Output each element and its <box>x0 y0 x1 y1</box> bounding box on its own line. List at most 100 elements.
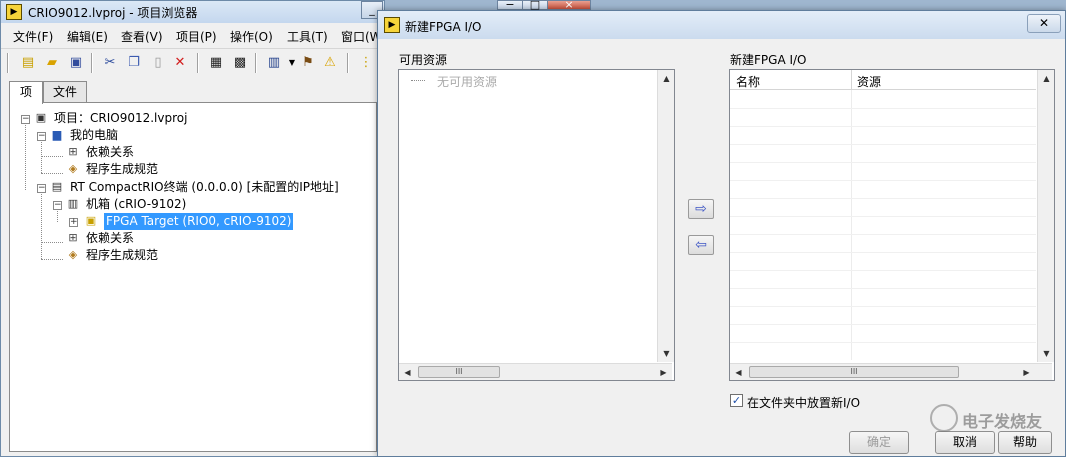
dependencies-icon: ⊞ <box>68 231 78 244</box>
table-row <box>730 234 1036 235</box>
collapse-toggle[interactable]: − <box>21 115 30 124</box>
table-row <box>730 108 1036 109</box>
column-header-name[interactable]: 名称 <box>736 73 760 90</box>
table-row <box>730 342 1036 343</box>
project-tree: − ▣ 项目：CRIO9012.lvproj − ▆ 我的电脑 ⊞ 依赖关系 ◈… <box>9 102 377 452</box>
menu-edit[interactable]: 编辑(E) <box>67 28 108 45</box>
scroll-left-arrow[interactable]: ◀ <box>730 364 747 380</box>
tree-connector <box>25 122 26 190</box>
toolbar-separator <box>347 53 349 73</box>
table-row <box>730 144 1036 145</box>
save-all-icon[interactable]: ▣ <box>67 55 85 71</box>
toolbar-more-icon[interactable]: ⋮ <box>357 55 375 71</box>
menu-view[interactable]: 查看(V) <box>121 28 163 45</box>
table-vertical-scrollbar[interactable]: ▲ ▼ <box>1037 70 1054 362</box>
menu-operate[interactable]: 操作(O) <box>230 28 273 45</box>
scroll-up-arrow[interactable]: ▲ <box>658 70 675 87</box>
project-window-title: CRIO9012.lvproj - 项目浏览器 <box>28 6 198 20</box>
column-divider[interactable] <box>851 70 852 90</box>
delete-icon[interactable]: ✕ <box>171 55 189 71</box>
new-file-icon[interactable]: ▤ <box>19 55 37 71</box>
tree-item-build-spec[interactable]: 程序生成规范 <box>86 247 158 264</box>
available-resources-list[interactable]: 无可用资源 ▲ ▼ ◀ III ▶ <box>398 69 675 381</box>
table-horizontal-scrollbar[interactable]: ◀ III ▶ <box>730 363 1052 380</box>
tab-items[interactable]: 项 <box>9 81 43 104</box>
menu-project[interactable]: 项目(P) <box>176 28 217 45</box>
toolbar-separator <box>197 53 199 73</box>
deploy-icon[interactable]: ▦ <box>207 55 225 71</box>
build-spec-icon: ◈ <box>68 162 78 175</box>
collapse-toggle[interactable]: − <box>37 132 46 141</box>
chassis-icon: ▥ <box>67 197 79 210</box>
copy-icon[interactable]: ❐ <box>125 55 143 71</box>
labview-app-icon: ▶ <box>384 17 400 33</box>
expand-toggle[interactable]: + <box>69 218 78 227</box>
dialog-title-bar[interactable]: ▶ 新建FPGA I/O ✕ <box>378 11 1065 39</box>
table-header: 名称 资源 <box>730 70 1036 90</box>
toolbar-separator <box>255 53 257 73</box>
crio-target-icon: ▤ <box>51 180 63 193</box>
build-icon[interactable]: ▩ <box>231 55 249 71</box>
place-in-folder-checkbox[interactable]: ✓ <box>730 394 743 407</box>
labview-app-icon: ▶ <box>6 4 22 20</box>
available-vertical-scrollbar[interactable]: ▲ ▼ <box>657 70 674 362</box>
scroll-right-arrow[interactable]: ▶ <box>1018 364 1035 380</box>
column-header-resource[interactable]: 资源 <box>857 73 881 90</box>
no-resources-text: 无可用资源 <box>437 75 498 89</box>
scroll-down-arrow[interactable]: ▼ <box>658 345 675 362</box>
add-arrow-button[interactable]: ⇨ <box>688 199 714 219</box>
remove-arrow-button[interactable]: ⇦ <box>688 235 714 255</box>
tab-files[interactable]: 文件 <box>43 81 87 103</box>
tree-item-fpga-target[interactable]: FPGA Target (RIO0, cRIO-9102) <box>104 213 294 230</box>
tree-item-project-root[interactable]: 项目：CRIO9012.lvproj <box>54 110 187 127</box>
watermark-logo: 电子发烧友 <box>930 402 1058 436</box>
table-row <box>730 270 1036 271</box>
tree-item-my-computer[interactable]: 我的电脑 <box>70 127 118 144</box>
table-row <box>730 126 1036 127</box>
back-close-button[interactable]: × <box>547 0 591 10</box>
scrollbar-thumb[interactable]: III <box>749 366 959 378</box>
tree-item-dependencies[interactable]: 依赖关系 <box>86 144 134 161</box>
available-resources-label: 可用资源 <box>399 53 448 67</box>
scroll-right-arrow[interactable]: ▶ <box>655 364 672 381</box>
build-spec-icon: ◈ <box>68 248 78 261</box>
menu-bar: 文件(F) 编辑(E) 查看(V) 项目(P) 操作(O) 工具(T) 窗口(W <box>1 25 384 47</box>
project-explorer-window: ▶ CRIO9012.lvproj - 项目浏览器 _ 文件(F) 编辑(E) … <box>0 0 385 457</box>
tree-connector <box>57 208 58 222</box>
project-title-bar[interactable]: ▶ CRIO9012.lvproj - 项目浏览器 <box>1 1 384 23</box>
warning-icon[interactable]: ⚠ <box>321 55 339 71</box>
back-maximize-button[interactable]: □ <box>522 0 548 10</box>
collapse-toggle[interactable]: − <box>53 201 62 210</box>
scrollbar-thumb[interactable]: III <box>418 366 500 378</box>
menu-tools[interactable]: 工具(T) <box>287 28 328 45</box>
ok-button[interactable]: 确定 <box>849 431 909 454</box>
cut-icon[interactable]: ✂ <box>101 55 119 71</box>
new-fpga-io-table[interactable]: 名称 资源 ▲ ▼ ◀ III ▶ <box>729 69 1055 381</box>
tree-connector <box>41 156 63 157</box>
tree-connector <box>41 242 63 243</box>
available-horizontal-scrollbar[interactable]: ◀ III ▶ <box>399 363 672 380</box>
table-row <box>730 252 1036 253</box>
menu-file[interactable]: 文件(F) <box>13 28 53 45</box>
paste-icon[interactable]: ▯ <box>149 55 167 71</box>
table-row <box>730 306 1036 307</box>
tree-item-dependencies[interactable]: 依赖关系 <box>86 230 134 247</box>
scroll-down-arrow[interactable]: ▼ <box>1038 345 1054 362</box>
tree-item-chassis[interactable]: 机箱 (cRIO-9102) <box>86 196 186 213</box>
tree-connector <box>41 259 63 260</box>
properties-icon[interactable]: ⚑ <box>299 55 317 71</box>
new-fpga-io-label: 新建FPGA I/O <box>730 53 807 67</box>
tree-connector <box>41 173 63 174</box>
tree-item-build-spec[interactable]: 程序生成规范 <box>86 161 158 178</box>
toolbar-separator <box>91 53 93 73</box>
open-folder-icon[interactable]: ▰ <box>43 55 61 71</box>
dialog-close-button[interactable]: ✕ <box>1027 14 1061 33</box>
menu-window[interactable]: 窗口(W <box>341 28 382 45</box>
view-options-icon[interactable]: ▥ <box>265 55 283 71</box>
column-divider <box>851 90 852 360</box>
tree-item-rt-target[interactable]: RT CompactRIO终端 (0.0.0.0) [未配置的IP地址] <box>70 179 339 196</box>
scroll-up-arrow[interactable]: ▲ <box>1038 70 1054 87</box>
back-minimize-button[interactable]: − <box>497 0 523 10</box>
scroll-left-arrow[interactable]: ◀ <box>399 364 416 381</box>
collapse-toggle[interactable]: − <box>37 184 46 193</box>
